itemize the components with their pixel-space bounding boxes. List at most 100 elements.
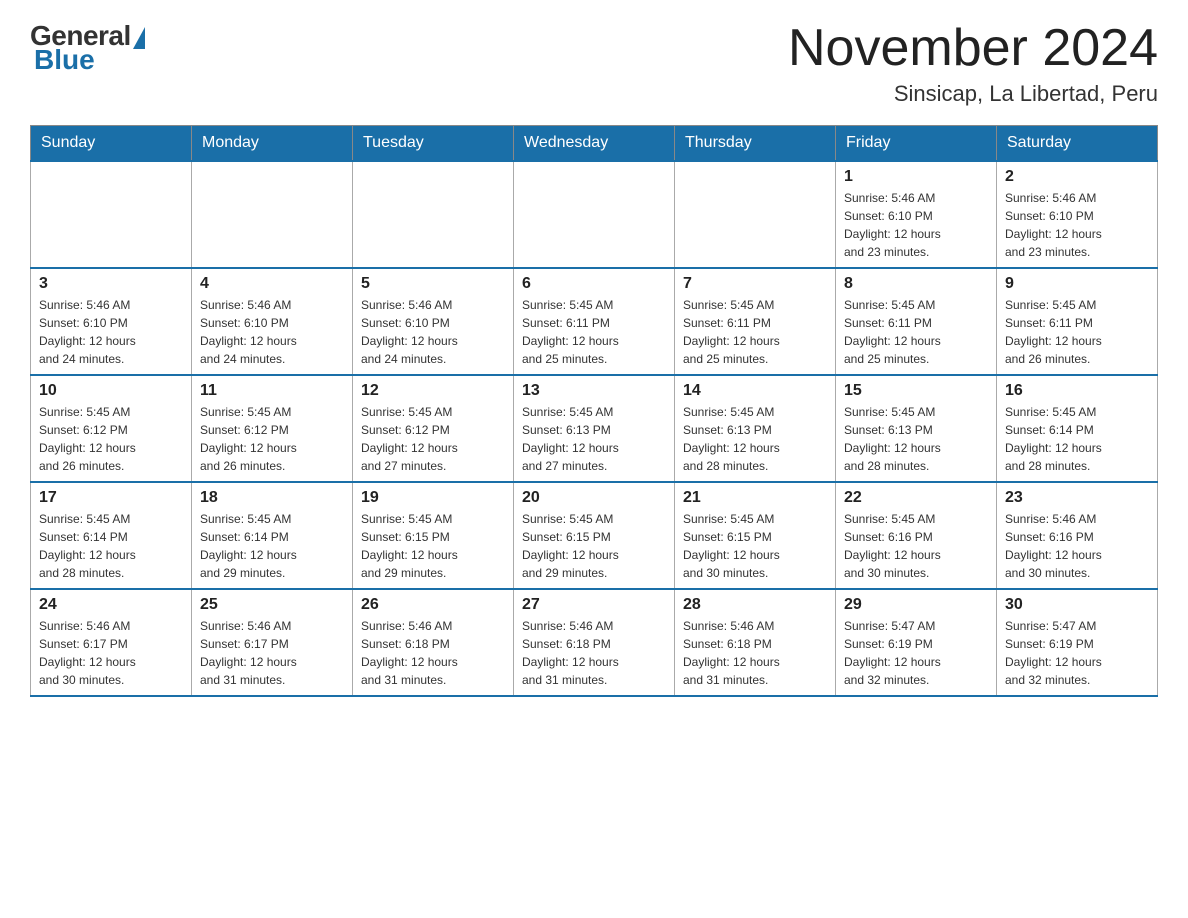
day-number: 30 <box>1005 596 1149 614</box>
day-info: Sunrise: 5:45 AM Sunset: 6:14 PM Dayligh… <box>39 510 183 582</box>
day-info: Sunrise: 5:46 AM Sunset: 6:17 PM Dayligh… <box>39 617 183 689</box>
logo: General Blue <box>30 20 145 76</box>
day-info: Sunrise: 5:46 AM Sunset: 6:10 PM Dayligh… <box>361 296 505 368</box>
calendar-week-1: 1 Sunrise: 5:46 AM Sunset: 6:10 PM Daylig… <box>31 161 1158 268</box>
calendar-cell: 11Sunrise: 5:45 AM Sunset: 6:12 PM Dayli… <box>192 375 353 482</box>
calendar-cell: 7Sunrise: 5:45 AM Sunset: 6:11 PM Daylig… <box>675 268 836 375</box>
day-number: 28 <box>683 596 827 614</box>
day-number: 27 <box>522 596 666 614</box>
day-info: Sunrise: 5:46 AM Sunset: 6:10 PM Dayligh… <box>844 189 988 261</box>
calendar-cell <box>192 161 353 268</box>
logo-triangle-icon <box>133 27 145 49</box>
day-info: Sunrise: 5:45 AM Sunset: 6:11 PM Dayligh… <box>844 296 988 368</box>
day-info: Sunrise: 5:45 AM Sunset: 6:12 PM Dayligh… <box>361 403 505 475</box>
day-number: 14 <box>683 382 827 400</box>
title-area: November 2024 Sinsicap, La Libertad, Per… <box>788 20 1158 107</box>
calendar-cell: 26Sunrise: 5:46 AM Sunset: 6:18 PM Dayli… <box>353 589 514 696</box>
day-info: Sunrise: 5:45 AM Sunset: 6:13 PM Dayligh… <box>683 403 827 475</box>
weekday-header-thursday: Thursday <box>675 126 836 162</box>
day-number: 19 <box>361 489 505 507</box>
calendar-cell: 18Sunrise: 5:45 AM Sunset: 6:14 PM Dayli… <box>192 482 353 589</box>
calendar-cell: 4 Sunrise: 5:46 AM Sunset: 6:10 PM Daylig… <box>192 268 353 375</box>
page-title: November 2024 <box>788 20 1158 77</box>
day-info: Sunrise: 5:45 AM Sunset: 6:12 PM Dayligh… <box>39 403 183 475</box>
day-number: 17 <box>39 489 183 507</box>
day-number: 5 <box>361 275 505 293</box>
calendar-week-3: 10 Sunrise: 5:45 AM Sunset: 6:12 PM Dayli… <box>31 375 1158 482</box>
weekday-header-tuesday: Tuesday <box>353 126 514 162</box>
weekday-header-sunday: Sunday <box>31 126 192 162</box>
day-info: Sunrise: 5:45 AM Sunset: 6:15 PM Dayligh… <box>522 510 666 582</box>
day-number: 23 <box>1005 489 1149 507</box>
calendar-cell: 2 Sunrise: 5:46 AM Sunset: 6:10 PM Daylig… <box>997 161 1158 268</box>
day-number: 2 <box>1005 168 1149 186</box>
calendar-cell: 20 Sunrise: 5:45 AM Sunset: 6:15 PM Dayli… <box>514 482 675 589</box>
day-number: 25 <box>200 596 344 614</box>
logo-blue-text: Blue <box>34 44 95 76</box>
calendar-table: SundayMondayTuesdayWednesdayThursdayFrid… <box>30 125 1158 697</box>
day-number: 15 <box>844 382 988 400</box>
calendar-cell <box>353 161 514 268</box>
day-number: 11 <box>200 382 344 400</box>
day-info: Sunrise: 5:46 AM Sunset: 6:10 PM Dayligh… <box>200 296 344 368</box>
calendar-cell: 5 Sunrise: 5:46 AM Sunset: 6:10 PM Daylig… <box>353 268 514 375</box>
weekday-header-friday: Friday <box>836 126 997 162</box>
day-number: 4 <box>200 275 344 293</box>
day-info: Sunrise: 5:46 AM Sunset: 6:17 PM Dayligh… <box>200 617 344 689</box>
day-info: Sunrise: 5:45 AM Sunset: 6:16 PM Dayligh… <box>844 510 988 582</box>
calendar-cell: 6Sunrise: 5:45 AM Sunset: 6:11 PM Daylig… <box>514 268 675 375</box>
calendar-cell <box>514 161 675 268</box>
day-number: 1 <box>844 168 988 186</box>
calendar-cell: 9 Sunrise: 5:45 AM Sunset: 6:11 PM Daylig… <box>997 268 1158 375</box>
calendar-cell: 25 Sunrise: 5:46 AM Sunset: 6:17 PM Dayli… <box>192 589 353 696</box>
calendar-cell: 16 Sunrise: 5:45 AM Sunset: 6:14 PM Dayli… <box>997 375 1158 482</box>
day-info: Sunrise: 5:46 AM Sunset: 6:10 PM Dayligh… <box>1005 189 1149 261</box>
day-info: Sunrise: 5:45 AM Sunset: 6:13 PM Dayligh… <box>844 403 988 475</box>
day-info: Sunrise: 5:45 AM Sunset: 6:11 PM Dayligh… <box>1005 296 1149 368</box>
day-number: 9 <box>1005 275 1149 293</box>
day-number: 8 <box>844 275 988 293</box>
day-number: 21 <box>683 489 827 507</box>
calendar-week-2: 3Sunrise: 5:46 AM Sunset: 6:10 PM Daylig… <box>31 268 1158 375</box>
day-number: 16 <box>1005 382 1149 400</box>
calendar-cell: 28 Sunrise: 5:46 AM Sunset: 6:18 PM Dayli… <box>675 589 836 696</box>
calendar-cell: 22Sunrise: 5:45 AM Sunset: 6:16 PM Dayli… <box>836 482 997 589</box>
calendar-cell: 21 Sunrise: 5:45 AM Sunset: 6:15 PM Dayli… <box>675 482 836 589</box>
calendar-cell: 23 Sunrise: 5:46 AM Sunset: 6:16 PM Dayli… <box>997 482 1158 589</box>
day-info: Sunrise: 5:45 AM Sunset: 6:15 PM Dayligh… <box>361 510 505 582</box>
day-number: 26 <box>361 596 505 614</box>
day-number: 24 <box>39 596 183 614</box>
calendar-header-row: SundayMondayTuesdayWednesdayThursdayFrid… <box>31 126 1158 162</box>
calendar-cell: 17 Sunrise: 5:45 AM Sunset: 6:14 PM Dayli… <box>31 482 192 589</box>
weekday-header-monday: Monday <box>192 126 353 162</box>
day-info: Sunrise: 5:45 AM Sunset: 6:14 PM Dayligh… <box>200 510 344 582</box>
day-info: Sunrise: 5:45 AM Sunset: 6:14 PM Dayligh… <box>1005 403 1149 475</box>
day-number: 29 <box>844 596 988 614</box>
calendar-cell: 30Sunrise: 5:47 AM Sunset: 6:19 PM Dayli… <box>997 589 1158 696</box>
calendar-cell: 15 Sunrise: 5:45 AM Sunset: 6:13 PM Dayli… <box>836 375 997 482</box>
calendar-cell: 29 Sunrise: 5:47 AM Sunset: 6:19 PM Dayli… <box>836 589 997 696</box>
calendar-cell: 12 Sunrise: 5:45 AM Sunset: 6:12 PM Dayli… <box>353 375 514 482</box>
day-info: Sunrise: 5:46 AM Sunset: 6:18 PM Dayligh… <box>683 617 827 689</box>
calendar-cell: 14 Sunrise: 5:45 AM Sunset: 6:13 PM Dayli… <box>675 375 836 482</box>
page-header: General Blue November 2024 Sinsicap, La … <box>30 20 1158 107</box>
calendar-week-4: 17 Sunrise: 5:45 AM Sunset: 6:14 PM Dayli… <box>31 482 1158 589</box>
page-subtitle: Sinsicap, La Libertad, Peru <box>788 81 1158 107</box>
day-number: 12 <box>361 382 505 400</box>
day-info: Sunrise: 5:46 AM Sunset: 6:10 PM Dayligh… <box>39 296 183 368</box>
day-info: Sunrise: 5:45 AM Sunset: 6:13 PM Dayligh… <box>522 403 666 475</box>
day-number: 13 <box>522 382 666 400</box>
calendar-cell: 27 Sunrise: 5:46 AM Sunset: 6:18 PM Dayli… <box>514 589 675 696</box>
day-number: 7 <box>683 275 827 293</box>
calendar-cell <box>675 161 836 268</box>
day-number: 10 <box>39 382 183 400</box>
day-number: 20 <box>522 489 666 507</box>
day-number: 6 <box>522 275 666 293</box>
day-info: Sunrise: 5:46 AM Sunset: 6:18 PM Dayligh… <box>522 617 666 689</box>
day-info: Sunrise: 5:46 AM Sunset: 6:16 PM Dayligh… <box>1005 510 1149 582</box>
day-info: Sunrise: 5:47 AM Sunset: 6:19 PM Dayligh… <box>844 617 988 689</box>
calendar-cell: 24 Sunrise: 5:46 AM Sunset: 6:17 PM Dayli… <box>31 589 192 696</box>
day-info: Sunrise: 5:45 AM Sunset: 6:15 PM Dayligh… <box>683 510 827 582</box>
calendar-cell: 1 Sunrise: 5:46 AM Sunset: 6:10 PM Daylig… <box>836 161 997 268</box>
calendar-week-5: 24 Sunrise: 5:46 AM Sunset: 6:17 PM Dayli… <box>31 589 1158 696</box>
